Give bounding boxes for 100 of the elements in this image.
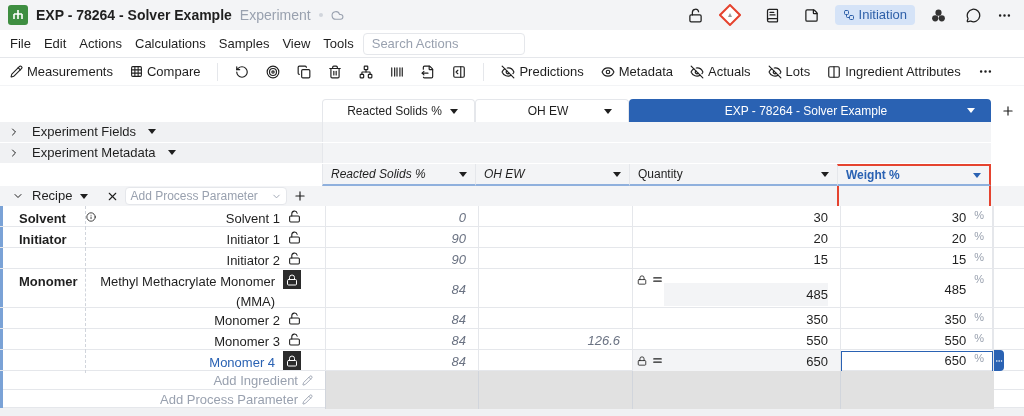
column-tab[interactable]: Reacted Solids % bbox=[322, 99, 475, 122]
search-field[interactable]: Search Actions bbox=[362, 32, 525, 55]
quantity-cell[interactable]: 15 bbox=[632, 248, 840, 271]
lock-icon[interactable] bbox=[288, 252, 301, 265]
lock-icon[interactable] bbox=[283, 270, 301, 289]
lock-glyph-icon bbox=[288, 210, 301, 223]
caret-icon bbox=[459, 171, 467, 177]
menu-item[interactable]: Samples bbox=[218, 33, 270, 54]
table-cell: 0 bbox=[325, 206, 478, 229]
circles-icon[interactable] bbox=[931, 7, 946, 23]
quantity-cell[interactable]: 30 bbox=[632, 206, 840, 229]
lock-icon[interactable] bbox=[288, 210, 301, 223]
ingredient-name: Methyl Methacrylate Monomer (MMA) bbox=[99, 273, 276, 311]
app-logo bbox=[8, 5, 28, 25]
visibility-toggle[interactable]: Actuals bbox=[689, 61, 751, 82]
category-label: Monomer bbox=[18, 273, 79, 291]
comment-icon[interactable] bbox=[966, 7, 981, 23]
panel-icon[interactable] bbox=[452, 64, 467, 79]
column-header[interactable]: Weight % bbox=[837, 164, 991, 186]
columns-icon bbox=[827, 64, 842, 79]
table-cell: 84 bbox=[325, 308, 478, 331]
column-tab[interactable]: EXP - 78264 - Solver Example bbox=[629, 99, 991, 122]
undo-icon[interactable] bbox=[235, 64, 250, 79]
visibility-toggle[interactable]: Metadata bbox=[600, 61, 673, 82]
menu-item[interactable]: Tools bbox=[323, 33, 354, 54]
weight-cell[interactable]: 20 % bbox=[840, 227, 994, 250]
eye-off-icon bbox=[689, 64, 704, 79]
caret-icon bbox=[973, 172, 981, 178]
workflow-icon bbox=[842, 9, 855, 21]
weight-cell[interactable]: 15 % bbox=[840, 248, 994, 271]
note-icon[interactable] bbox=[803, 7, 819, 23]
ingredient-name: Initiator 2 bbox=[225, 252, 280, 270]
status-badge[interactable]: Initiation bbox=[834, 5, 915, 25]
column-header[interactable]: OH EW bbox=[475, 164, 629, 186]
lock-glyph-icon bbox=[288, 333, 301, 346]
menu-item[interactable]: Edit bbox=[43, 33, 67, 54]
table-cell: 84 bbox=[325, 269, 478, 311]
caret-icon bbox=[613, 171, 621, 177]
section-toggle[interactable]: Experiment Fields bbox=[0, 122, 322, 142]
pencil-icon bbox=[10, 65, 23, 78]
caret-icon bbox=[604, 108, 612, 114]
grid-icon bbox=[130, 65, 143, 78]
hierarchy-icon[interactable] bbox=[359, 64, 374, 79]
cell-menu-button[interactable] bbox=[994, 350, 1004, 371]
window-title: EXP - 78264 - Solver Example bbox=[36, 5, 232, 25]
book-icon[interactable] bbox=[764, 7, 780, 23]
ingredient-attributes-button[interactable]: Ingredient Attributes bbox=[827, 61, 961, 82]
target-icon[interactable] bbox=[266, 64, 281, 79]
quantity-cell[interactable]: 650 bbox=[632, 350, 840, 373]
copy-icon[interactable] bbox=[297, 64, 312, 79]
column-tab[interactable]: OH EW bbox=[475, 99, 629, 122]
quantity-cell[interactable]: 20 bbox=[632, 227, 840, 250]
quantity-cell[interactable]: 485 bbox=[632, 269, 840, 311]
quantity-cell[interactable]: 350 bbox=[632, 308, 840, 331]
export-icon[interactable] bbox=[421, 64, 436, 79]
weight-cell[interactable]: 485 % bbox=[840, 269, 994, 311]
measurements-button[interactable]: Measurements bbox=[10, 61, 113, 82]
weight-cell[interactable]: 350 % bbox=[840, 308, 994, 331]
lock-glyph-icon bbox=[286, 354, 298, 367]
recipe-toggle[interactable]: Recipe bbox=[12, 186, 89, 206]
cloud-icon bbox=[330, 8, 344, 22]
visibility-toggle[interactable]: Lots bbox=[767, 61, 811, 82]
pencil-icon bbox=[302, 375, 313, 387]
lock-icon[interactable] bbox=[288, 231, 301, 244]
weight-cell[interactable]: 30 % bbox=[840, 206, 994, 229]
caret-icon bbox=[821, 171, 829, 177]
lock-icon[interactable] bbox=[283, 351, 301, 370]
lock-icon[interactable] bbox=[687, 7, 703, 23]
hazard-icon[interactable] bbox=[718, 4, 741, 26]
column-header[interactable]: Reacted Solids % bbox=[322, 164, 475, 186]
table-cell: 90 bbox=[325, 248, 478, 271]
caret-icon bbox=[167, 150, 176, 156]
barcode-icon[interactable] bbox=[390, 64, 405, 79]
caret-icon bbox=[967, 108, 975, 113]
menu-item[interactable]: File bbox=[10, 33, 31, 54]
lock-icon[interactable] bbox=[288, 333, 301, 346]
lock-glyph-icon bbox=[288, 312, 301, 325]
ingredient-name[interactable]: Monomer 4 bbox=[86, 353, 276, 373]
eye-off-icon bbox=[767, 64, 782, 79]
menu-item[interactable]: View bbox=[282, 33, 311, 54]
ingredient-name: Solvent 1 bbox=[224, 210, 280, 228]
add-tab-icon[interactable] bbox=[1000, 103, 1015, 118]
ingredient-name: Monomer 3 bbox=[213, 333, 280, 351]
add-icon[interactable] bbox=[293, 189, 308, 203]
column-header[interactable]: Quantity bbox=[629, 164, 837, 186]
ingredient-name: Initiator 1 bbox=[225, 231, 280, 249]
lock-glyph-icon bbox=[286, 273, 298, 286]
info-icon[interactable] bbox=[86, 211, 97, 223]
compare-button[interactable]: Compare bbox=[130, 61, 201, 82]
menu-item[interactable]: Calculations bbox=[135, 33, 206, 54]
table-cell: 90 bbox=[325, 227, 478, 250]
lock-icon[interactable] bbox=[288, 312, 301, 325]
caret-icon bbox=[450, 108, 458, 114]
trash-icon[interactable] bbox=[328, 64, 343, 79]
visibility-toggle[interactable]: Predictions bbox=[501, 61, 584, 82]
section-toggle[interactable]: Experiment Metadata bbox=[0, 143, 322, 163]
caret-icon bbox=[80, 193, 89, 199]
caret-icon bbox=[148, 129, 157, 135]
menu-item[interactable]: Actions bbox=[79, 33, 122, 54]
category-label: Initiator bbox=[18, 231, 68, 249]
